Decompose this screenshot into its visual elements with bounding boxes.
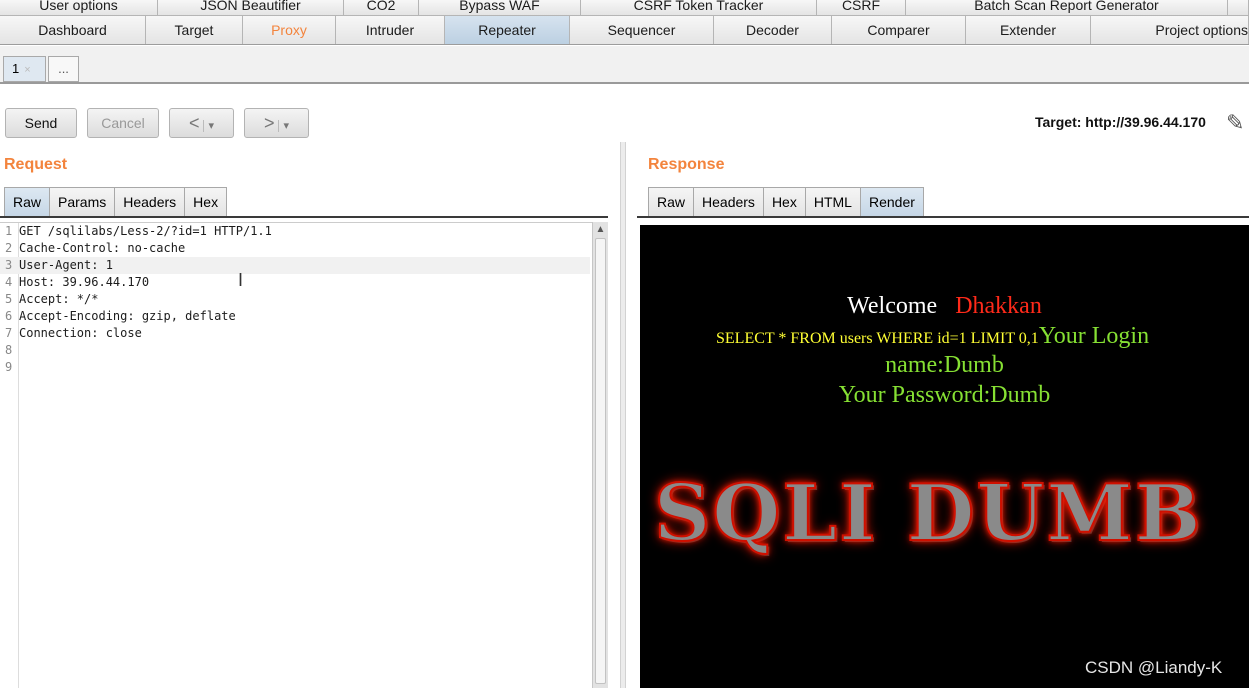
request-tab-underline	[0, 216, 608, 218]
tab-request-raw[interactable]: Raw	[4, 187, 50, 217]
close-icon[interactable]: ×	[24, 64, 30, 76]
tab-intruder[interactable]: Intruder	[336, 16, 445, 44]
request-title: Request	[4, 156, 67, 174]
text-cursor-icon: I	[238, 270, 243, 291]
watermark: CSDN @Liandy-K	[1085, 658, 1222, 678]
tab-request-hex[interactable]: Hex	[184, 187, 227, 217]
tab-target[interactable]: Target	[146, 16, 243, 44]
cancel-button[interactable]: Cancel	[87, 108, 159, 138]
request-line[interactable]: 2Cache-Control: no-cache	[0, 240, 590, 257]
request-line[interactable]: 7Connection: close	[0, 325, 590, 342]
tab-overflow[interactable]	[1228, 0, 1249, 15]
tools-tab-row-main: Dashboard Target Proxy Intruder Repeater…	[0, 16, 1249, 45]
tab-batch-scan-report[interactable]: Batch Scan Report Generator	[906, 0, 1228, 15]
tab-response-raw[interactable]: Raw	[648, 187, 694, 217]
response-view-tabs: Raw Headers Hex HTML Render	[648, 187, 923, 217]
tab-request-params[interactable]: Params	[49, 187, 115, 217]
rendered-response-view: WelcomeDhakkan SELECT * FROM users WHERE…	[640, 225, 1249, 688]
request-line[interactable]: 3User-Agent: 1	[0, 257, 590, 274]
request-line[interactable]: 9	[0, 359, 590, 376]
repeater-tab-new[interactable]: ...	[48, 56, 79, 82]
tab-sequencer[interactable]: Sequencer	[570, 16, 714, 44]
response-title: Response	[648, 156, 724, 174]
request-line[interactable]: 8	[0, 342, 590, 359]
request-view-tabs: Raw Params Headers Hex	[4, 187, 226, 217]
request-line[interactable]: 6Accept-Encoding: gzip, deflate	[0, 308, 590, 325]
chevron-down-icon[interactable]: ▾	[278, 120, 289, 132]
tab-user-options[interactable]: User options	[0, 0, 158, 15]
tab-proxy[interactable]: Proxy	[243, 16, 336, 44]
repeater-tab-bar: 1× ...	[0, 46, 1249, 84]
tab-response-hex[interactable]: Hex	[763, 187, 806, 217]
tab-extender[interactable]: Extender	[966, 16, 1091, 44]
repeater-tab-1[interactable]: 1×	[3, 56, 46, 82]
request-line[interactable]: 5Accept: */*	[0, 291, 590, 308]
welcome-line: WelcomeDhakkan	[640, 293, 1249, 320]
tools-tab-row-secondary: User options JSON Beautifier CO2 Bypass …	[0, 0, 1249, 16]
repeater-tab-label: 1	[12, 61, 19, 76]
tab-comparer[interactable]: Comparer	[832, 16, 966, 44]
forward-arrow-icon: >	[264, 113, 275, 133]
scrollbar-thumb[interactable]	[595, 238, 606, 684]
tab-dashboard[interactable]: Dashboard	[0, 16, 146, 44]
tab-response-html[interactable]: HTML	[805, 187, 861, 217]
tab-response-render[interactable]: Render	[860, 187, 924, 217]
back-button[interactable]: <▾	[169, 108, 234, 138]
back-arrow-icon: <	[189, 113, 200, 133]
send-button[interactable]: Send	[5, 108, 77, 138]
tab-csrf-token-tracker[interactable]: CSRF Token Tracker	[581, 0, 817, 15]
sqli-dumb-logo: SQLI DUMB	[654, 468, 1203, 559]
edit-target-pencil-icon[interactable]: ✎	[1226, 110, 1244, 136]
forward-button[interactable]: >▾	[244, 108, 309, 138]
sql-query-text: SELECT * FROM users WHERE id=1 LIMIT 0,1	[716, 330, 1039, 347]
tab-project-options[interactable]: Project options	[1091, 16, 1249, 44]
tab-json-beautifier[interactable]: JSON Beautifier	[158, 0, 344, 15]
tab-csrf[interactable]: CSRF	[817, 0, 906, 15]
tab-bypass-waf[interactable]: Bypass WAF	[419, 0, 581, 15]
login-password: Your Password:Dumb	[640, 382, 1249, 409]
tab-decoder[interactable]: Decoder	[714, 16, 832, 44]
request-line[interactable]: 1GET /sqlilabs/Less-2/?id=1 HTTP/1.1	[0, 223, 590, 240]
split-pane-divider[interactable]	[620, 142, 626, 688]
sql-query-line: SELECT * FROM users WHERE id=1 LIMIT 0,1…	[716, 323, 1149, 350]
tab-response-headers[interactable]: Headers	[693, 187, 764, 217]
chevron-down-icon[interactable]: ▾	[203, 120, 214, 132]
request-line[interactable]: 4Host: 39.96.44.170	[0, 274, 590, 291]
login-label: Your Login	[1039, 323, 1149, 349]
response-tab-underline	[637, 216, 1249, 218]
tab-request-headers[interactable]: Headers	[114, 187, 185, 217]
welcome-name: Dhakkan	[955, 293, 1042, 319]
login-name: name:Dumb	[640, 352, 1249, 379]
request-scrollbar[interactable]: ▲	[592, 222, 608, 688]
target-label: Target: http://39.96.44.170	[1035, 114, 1206, 130]
tab-co2[interactable]: CO2	[344, 0, 419, 15]
scroll-up-icon[interactable]: ▲	[593, 224, 608, 235]
request-editor[interactable]: 1GET /sqlilabs/Less-2/?id=1 HTTP/1.1 2Ca…	[0, 222, 594, 688]
tab-repeater[interactable]: Repeater	[445, 16, 570, 44]
